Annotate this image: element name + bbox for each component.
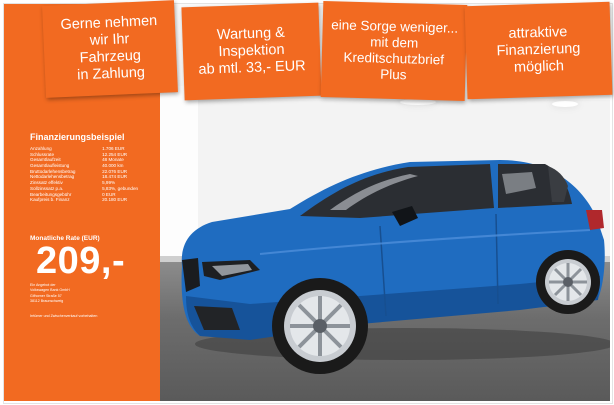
banner-credit-protection: eine Sorge weniger... mit dem Kreditschu… [320,1,468,101]
dealer-info: Ein Angebot der Volkswagen Bank GmbH Gif… [30,283,150,305]
dealer-line: 38112 Braunschweig [30,299,64,304]
row-value: 20.180 EUR [102,197,128,203]
banner-trade-in: Gerne nehmen wir Ihr Fahrzeug in Zahlung [42,0,178,98]
disclaimer-footnote: Irrtümer und Zwischenverkauf vorbehalten [30,314,98,318]
row-label: Kaufpreis b. Finanz [30,197,70,203]
table-row: Kaufpreis b. Finanz 20.180 EUR [30,197,158,203]
monthly-rate-price: 209,- [36,240,126,282]
financing-title: Finanzierungsbeispiel [30,132,125,142]
banner-text: Wartung & Inspektion ab mtl. 33,- EUR [198,24,306,78]
financing-table: Anzahlung 1.706 EUR Schlussrate 12.254 E… [30,146,158,203]
ad-frame: Gerne nehmen wir Ihr Fahrzeug in Zahlung… [0,0,614,405]
banner-text: eine Sorge weniger... mit dem Kreditschu… [331,17,459,83]
banner-text: Gerne nehmen wir Ihr Fahrzeug in Zahlung [60,13,158,84]
banner-text: attraktive Finanzierung möglich [496,24,581,76]
banner-financing: attraktive Finanzierung möglich [464,1,613,100]
banner-maintenance: Wartung & Inspektion ab mtl. 33,- EUR [181,2,322,101]
